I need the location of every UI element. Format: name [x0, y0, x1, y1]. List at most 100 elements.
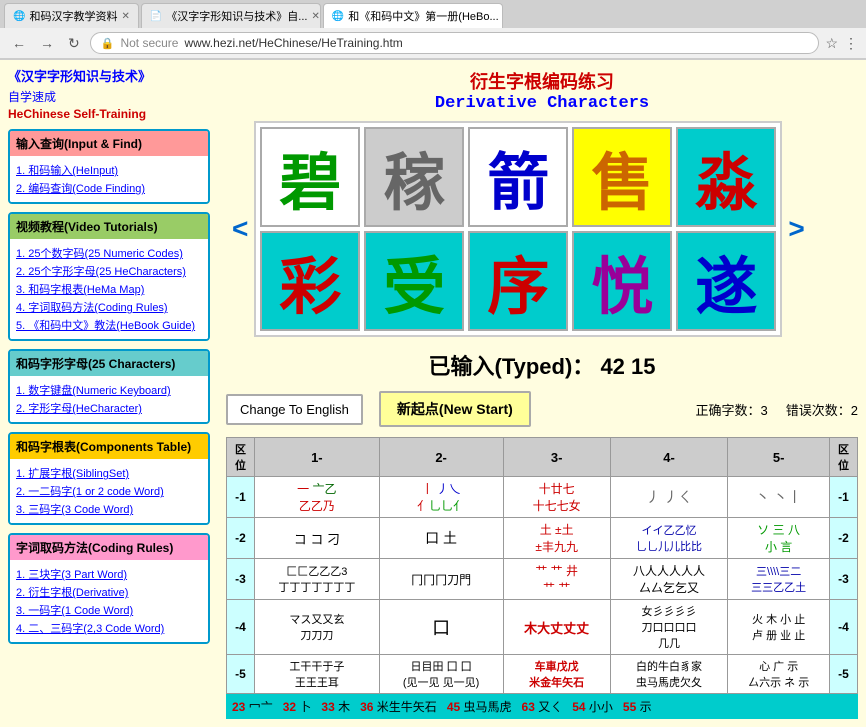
char-cell-5[interactable]: 淼	[676, 127, 776, 227]
tab-2[interactable]: 📄 《汉字字形知识与技术》自... ✕	[141, 3, 321, 28]
char-cell-7[interactable]: 受	[364, 231, 464, 331]
char-grid: 碧 稼 箭 售 淼 彩 受 序 悦 遂	[254, 121, 782, 337]
row-num-5-right: -5	[830, 655, 858, 694]
char-grid-container: < 碧 稼 箭 售 淼 彩 受 序 悦 遂 >	[226, 121, 858, 337]
sidebar-section-coding-header: 字词取码方法(Coding Rules)	[10, 535, 208, 560]
security-label: Not secure	[120, 36, 178, 50]
cell-2-2: 口 土	[379, 518, 503, 559]
sidebar-link-hecharacter[interactable]: 2. 字形字母(HeCharacter)	[16, 400, 202, 416]
cell-5-1: 工干干于子 王王王耳	[255, 655, 380, 694]
address-bar[interactable]: 🔒 Not secure www.hezi.net/HeChinese/HeTr…	[90, 32, 820, 54]
tab-2-close[interactable]: ✕	[311, 11, 319, 22]
sidebar-link-12code[interactable]: 2. 一二码字(1 or 2 code Word)	[16, 483, 202, 499]
cell-4-1: マス又又玄 刀刀刀	[255, 600, 380, 655]
sidebar-link-1code[interactable]: 3. 一码字(1 Code Word)	[16, 602, 202, 618]
sidebar-link-numkbd[interactable]: 1. 数字键盘(Numeric Keyboard)	[16, 382, 202, 398]
sidebar-link-codefinding[interactable]: 2. 编码查询(Code Finding)	[16, 180, 202, 196]
char-cell-3[interactable]: 箭	[468, 127, 568, 227]
sidebar-link-23code[interactable]: 4. 二、三码字(2,3 Code Word)	[16, 620, 202, 636]
sidebar-link-derivative[interactable]: 2. 衍生字根(Derivative)	[16, 584, 202, 600]
training-table: 区位 1- 2- 3- 4- 5- 区位 -1 一 亠乙 乙乙乃	[226, 437, 858, 694]
row-num-4: -4	[227, 600, 255, 655]
sidebar-link-3code[interactable]: 3. 三码字(3 Code Word)	[16, 501, 202, 517]
forward-button[interactable]: →	[36, 33, 58, 53]
table-row: -2 コ コ 刁 口 土 土 ±土±丰九九 イイ乙乙忆 乚乚儿儿比比	[227, 518, 858, 559]
cell-4-3: 木大丈丈丈	[503, 600, 610, 655]
char-cell-9[interactable]: 悦	[572, 231, 672, 331]
row-num-1: -1	[227, 477, 255, 518]
sidebar-section-input-header: 输入查询(Input & Find)	[10, 131, 208, 156]
col-header-3: 3-	[503, 438, 610, 477]
row-num-3-right: -3	[830, 559, 858, 600]
char-cell-4[interactable]: 售	[572, 127, 672, 227]
wrong-count: 错误次数：2	[786, 403, 858, 418]
col-header-1: 1-	[255, 438, 380, 477]
sidebar-link-hebookguide[interactable]: 5. 《和码中文》教法(HeBook Guide)	[16, 317, 202, 333]
sidebar-section-input: 输入查询(Input & Find) 1. 和码输入(HeInput) 2. 编…	[8, 129, 210, 204]
col-header-2: 2-	[379, 438, 503, 477]
sidebar-link-sibling[interactable]: 1. 扩展字根(SiblingSet)	[16, 465, 202, 481]
cell-4-4: 女彡彡彡彡 刀口口口口 几几	[610, 600, 727, 655]
sidebar-link-heinput[interactable]: 1. 和码输入(HeInput)	[16, 162, 202, 178]
sidebar: 《汉字字形知识与技术》 自学速成 HeChinese Self-Training…	[0, 60, 218, 727]
row-num-2: -2	[227, 518, 255, 559]
char-cell-10[interactable]: 遂	[676, 231, 776, 331]
sidebar-section-video-header: 视频教程(Video Tutorials)	[10, 214, 208, 239]
cell-2-3: 土 ±土±丰九九	[503, 518, 610, 559]
nav-left-arrow[interactable]: <	[226, 213, 254, 245]
stats: 正确字数：3 错误次数：2	[695, 400, 858, 419]
typed-display: 已输入(Typed)： 42 15	[226, 349, 858, 381]
cell-1-2: 丨 丿乀 亻乚乚亻	[379, 477, 503, 518]
nav-right-arrow[interactable]: >	[782, 213, 810, 245]
reload-button[interactable]: ↻	[64, 33, 84, 54]
corner-cell-right: 区位	[830, 438, 858, 477]
menu-icon[interactable]: ⋮	[844, 35, 858, 52]
page-body: 《汉字字形知识与技术》 自学速成 HeChinese Self-Training…	[0, 60, 866, 727]
sidebar-link-hechar[interactable]: 2. 25个字形字母(25 HeCharacters)	[16, 263, 202, 279]
sidebar-link-codingrules[interactable]: 4. 字词取码方法(Coding Rules)	[16, 299, 202, 315]
nav-icons: ☆ ⋮	[825, 35, 858, 52]
sidebar-link-hemap[interactable]: 3. 和码字根表(HeMa Map)	[16, 281, 202, 297]
cell-3-4: 八人人人人人 厶厶乞乞又	[610, 559, 727, 600]
table-row: -4 マス又又玄 刀刀刀 口 木大丈丈丈 女彡彡彡彡 刀口口口口 几几	[227, 600, 858, 655]
bottom-bar: 23 冖亠 32 卜 33 木 36 米生牛矢石 45 虫马馬虎 63 又ㄑ 5…	[226, 694, 858, 719]
tab-1-label: 和码汉字教学资料	[29, 8, 117, 24]
sidebar-link-numeric[interactable]: 1. 25个数字码(25 Numeric Codes)	[16, 245, 202, 261]
bookmark-icon[interactable]: ☆	[825, 35, 838, 52]
col-header-4: 4-	[610, 438, 727, 477]
table-row: -3 匚匚乙乙乙3 丁丁丁丁丁丁丁 冂冂冂刀門 艹 艹 井艹 艹 八人人人人人 …	[227, 559, 858, 600]
cell-1-5: 丶 丶丨	[728, 477, 830, 518]
back-button[interactable]: ←	[8, 33, 30, 53]
bottom-bar-text: 23 冖亠 32 卜 33 木 36 米生牛矢石 45 虫马馬虎 63 又ㄑ 5…	[232, 700, 652, 714]
tab-2-icon: 📄	[150, 11, 162, 22]
sidebar-subtitle2: HeChinese Self-Training	[8, 107, 210, 121]
cell-5-3: 车車戊戊米金年矢石	[503, 655, 610, 694]
main-content: 衍生字根编码练习 Derivative Characters < 碧 稼 箭 售…	[218, 60, 866, 727]
char-cell-6[interactable]: 彩	[260, 231, 360, 331]
corner-cell: 区位	[227, 438, 255, 477]
tab-1[interactable]: 🌐 和码汉字教学资料 ✕	[4, 3, 139, 28]
char-cell-2[interactable]: 稼	[364, 127, 464, 227]
new-start-button[interactable]: 新起点(New Start)	[379, 391, 531, 427]
cell-1-3: 十廿七十七七女	[503, 477, 610, 518]
security-icon: 🔒	[101, 37, 115, 50]
sidebar-section-coding: 字词取码方法(Coding Rules) 1. 三块字(3 Part Word)…	[8, 533, 210, 644]
row-num-3: -3	[227, 559, 255, 600]
row-num-4-right: -4	[830, 600, 858, 655]
table-row: -5 工干干于子 王王王耳 日目田 囗 囗 (见一见 见一见) 车車戊戊米金年矢…	[227, 655, 858, 694]
row-num-1-right: -1	[830, 477, 858, 518]
change-to-english-button[interactable]: Change To English	[226, 394, 363, 425]
sidebar-section-table-header: 和码字根表(Components Table)	[10, 434, 208, 459]
sidebar-link-3part[interactable]: 1. 三块字(3 Part Word)	[16, 566, 202, 582]
sidebar-section-coding-body: 1. 三块字(3 Part Word) 2. 衍生字根(Derivative) …	[10, 560, 208, 642]
sidebar-title: 《汉字字形知识与技术》	[8, 68, 210, 86]
tab-bar: 🌐 和码汉字教学资料 ✕ 📄 《汉字字形知识与技术》自... ✕ 🌐 和《和码中…	[0, 0, 866, 28]
cell-4-2: 口	[379, 600, 503, 655]
tab-3[interactable]: 🌐 和《和码中文》第一册(HeBo... ✕	[323, 3, 503, 28]
char-cell-1[interactable]: 碧	[260, 127, 360, 227]
typed-value: 42 15	[600, 354, 655, 379]
tab-1-close[interactable]: ✕	[121, 11, 129, 22]
char-cell-8[interactable]: 序	[468, 231, 568, 331]
sidebar-section-table-body: 1. 扩展字根(SiblingSet) 2. 一二码字(1 or 2 code …	[10, 459, 208, 523]
cell-2-5: ソ 三 八 小 言	[728, 518, 830, 559]
